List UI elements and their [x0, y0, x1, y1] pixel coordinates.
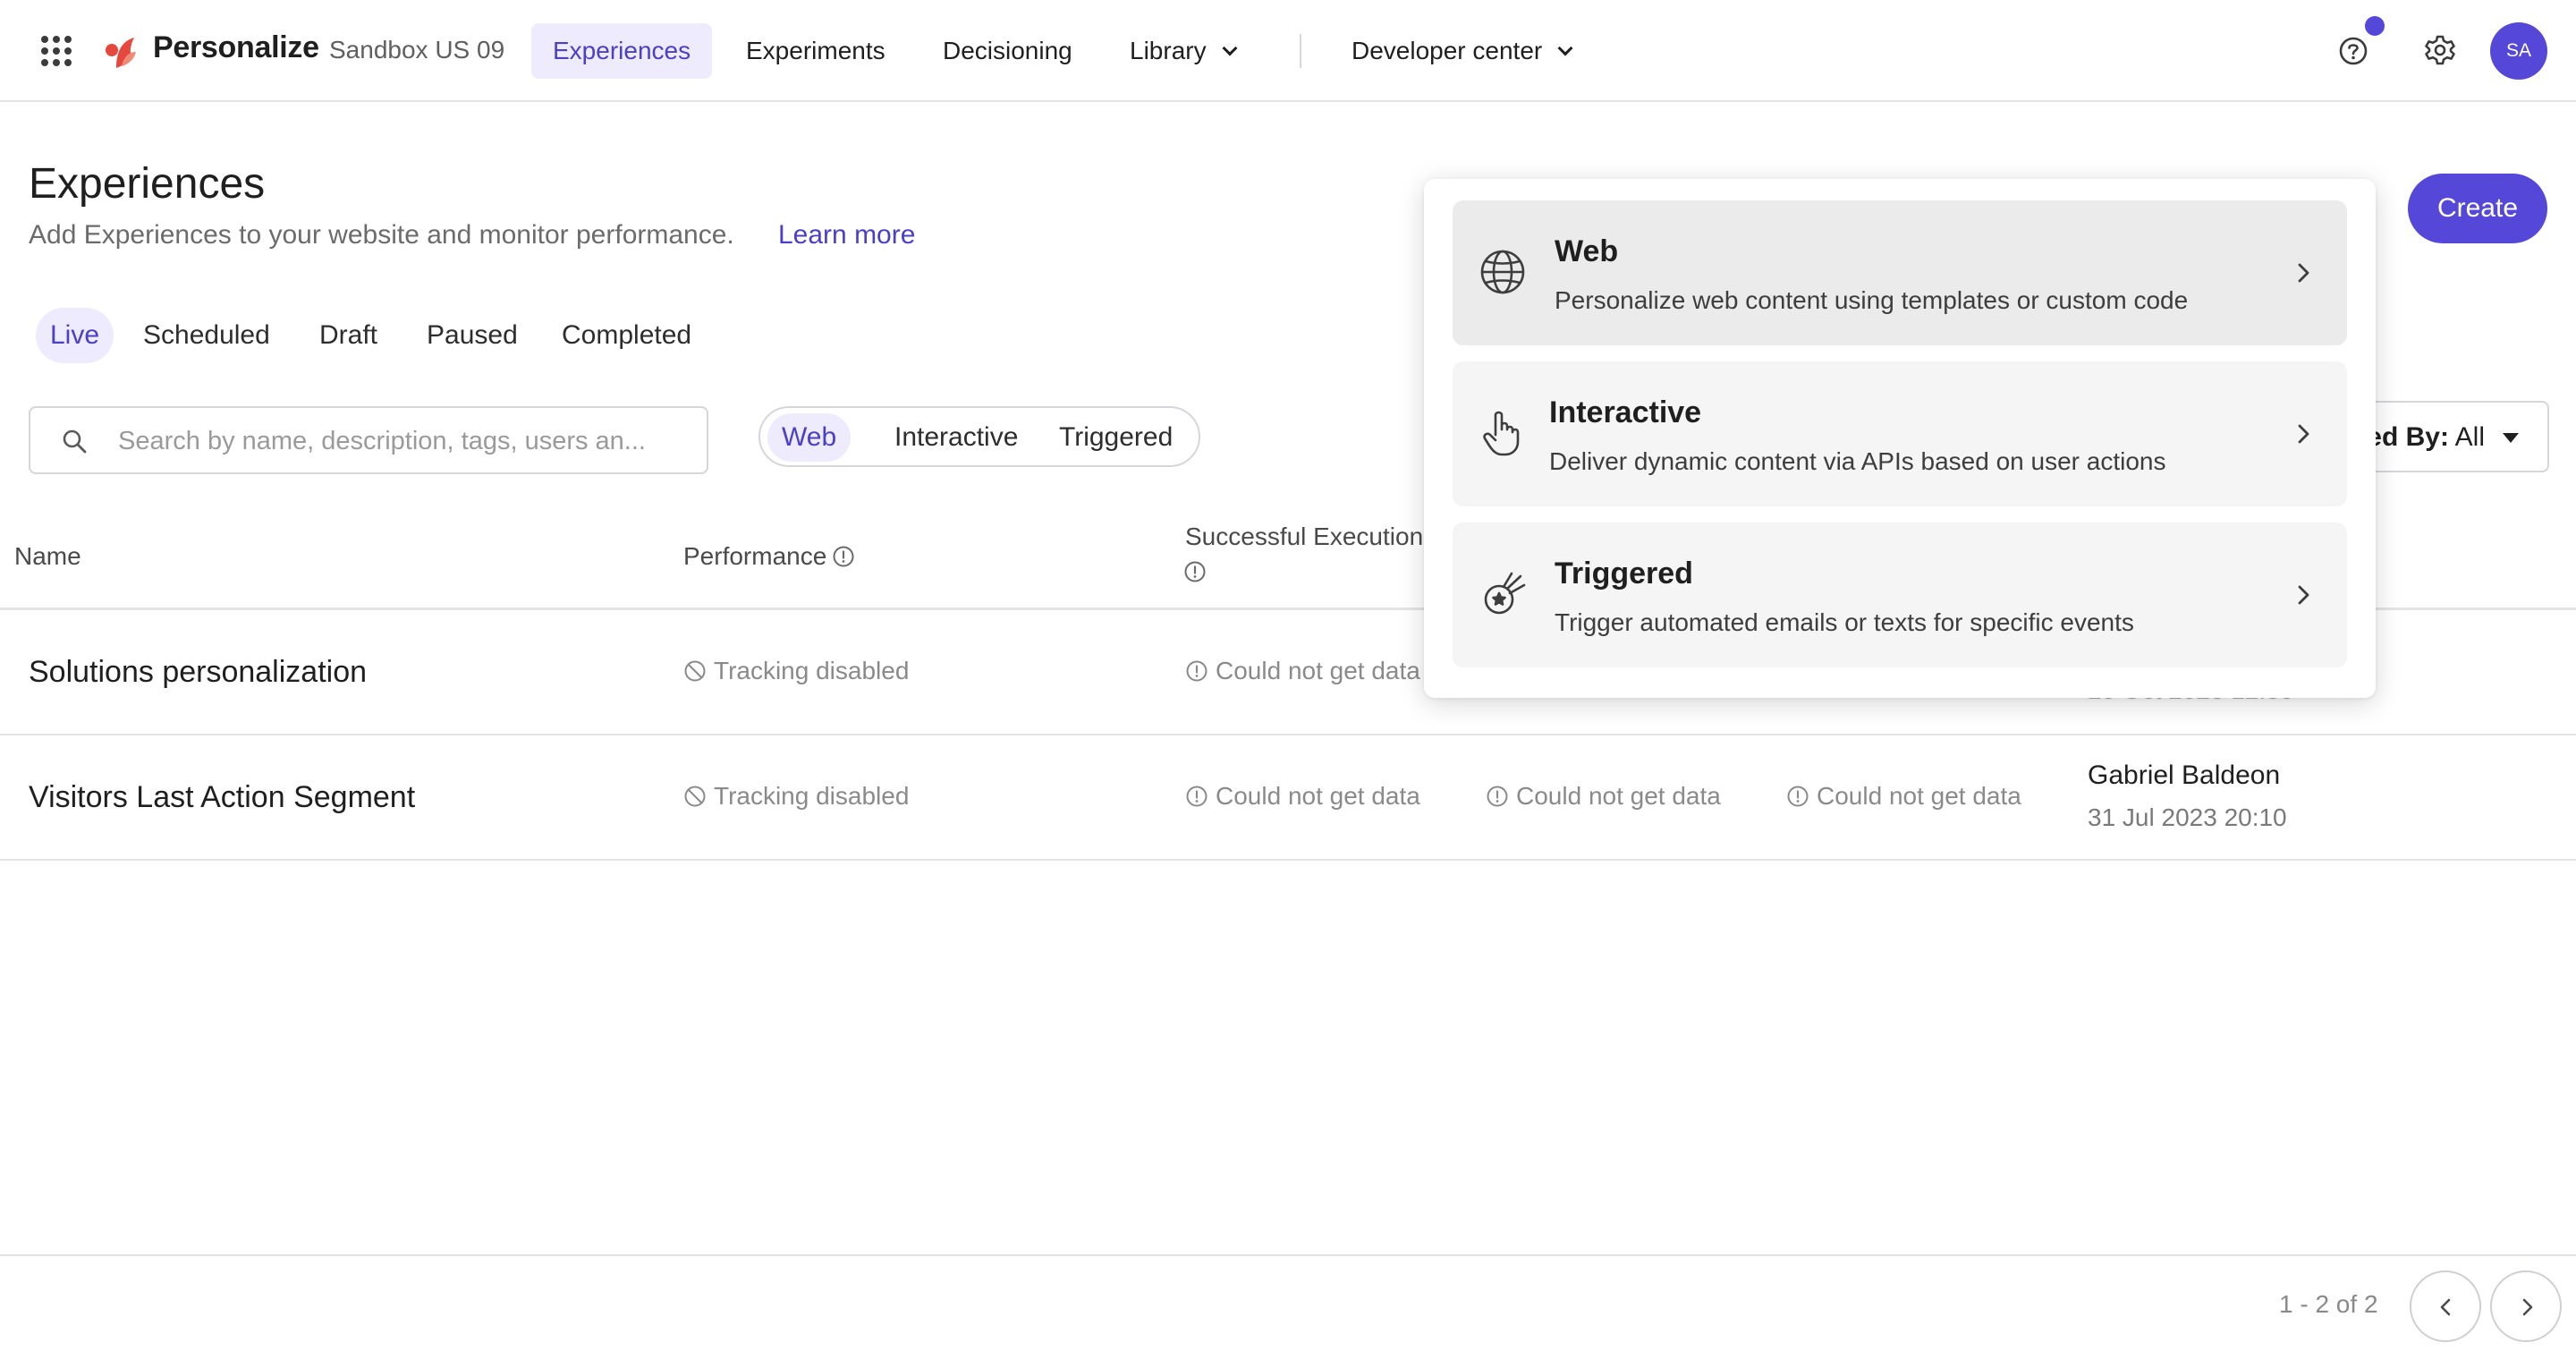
- nav-library-label: Library: [1130, 37, 1207, 64]
- tab-live[interactable]: Live: [36, 308, 114, 363]
- experience-type-filter: Web Interactive Triggered: [758, 406, 1200, 467]
- pointer-hand-icon: [1483, 411, 1520, 456]
- metric-status-text: Could not get data: [1516, 782, 1721, 810]
- nav-library[interactable]: Library: [1108, 23, 1257, 79]
- column-name[interactable]: Name: [14, 542, 81, 571]
- comet-icon: [1484, 572, 1526, 615]
- chevron-down-icon: [1557, 40, 1573, 56]
- warning-icon: [1787, 786, 1809, 807]
- tracking-disabled-icon: [684, 786, 706, 807]
- chevron-right-icon: [2298, 585, 2309, 605]
- column-successful-executions[interactable]: Successful Execution: [1185, 523, 1423, 551]
- option-title: Web: [1555, 234, 1619, 268]
- filter-interactive[interactable]: Interactive: [880, 413, 1032, 462]
- nav-decisioning[interactable]: Decisioning: [921, 23, 1094, 79]
- table-footer: 1 - 2 of 2: [0, 1254, 2576, 1351]
- warning-icon: [1186, 660, 1208, 682]
- globe-icon: [1480, 250, 1525, 294]
- next-page-button[interactable]: [2490, 1270, 2562, 1342]
- search-box: [29, 406, 708, 474]
- chevron-down-icon: [1222, 40, 1238, 56]
- top-navigation-bar: Personalize Sandbox US 09 Experiences Ex…: [0, 0, 2576, 102]
- learn-more-link[interactable]: Learn more: [778, 220, 915, 251]
- option-description: Deliver dynamic content via APIs based o…: [1549, 447, 2166, 475]
- created-by-value: All: [2454, 422, 2485, 452]
- executions-status: Could not get data: [1185, 657, 1420, 685]
- option-description: Trigger automated emails or texts for sp…: [1555, 608, 2134, 636]
- warning-icon: [1186, 786, 1208, 807]
- metric-status: Could not get data: [1486, 782, 1721, 811]
- create-option-interactive[interactable]: Interactive Deliver dynamic content via …: [1453, 361, 2347, 506]
- nav-experiments[interactable]: Experiments: [724, 23, 907, 79]
- info-icon[interactable]: [832, 545, 855, 568]
- tab-completed[interactable]: Completed: [547, 308, 706, 363]
- experience-name[interactable]: Visitors Last Action Segment: [29, 780, 415, 815]
- updated-date: 31 Jul 2023 20:10: [2088, 803, 2287, 831]
- pagination-range: 1 - 2 of 2: [2279, 1290, 2378, 1318]
- column-successful-executions-label: Successful Execution: [1185, 523, 1424, 550]
- created-by-user: Gabriel Baldeon: [2088, 760, 2281, 790]
- tab-paused[interactable]: Paused: [412, 308, 532, 363]
- create-experience-menu: Web Personalize web content using templa…: [1424, 179, 2376, 698]
- chevron-right-icon: [2298, 424, 2309, 444]
- settings-gear-icon[interactable]: [2424, 34, 2456, 66]
- executions-status: Could not get data: [1185, 782, 1420, 811]
- page-title: Experiences: [29, 160, 266, 208]
- filter-web[interactable]: Web: [767, 413, 852, 462]
- performance-status-text: Tracking disabled: [714, 782, 910, 810]
- column-performance[interactable]: Performance: [683, 542, 855, 571]
- previous-page-button[interactable]: [2410, 1270, 2481, 1342]
- personalize-logo-icon: [106, 38, 136, 68]
- tab-draft[interactable]: Draft: [305, 308, 392, 363]
- page-subtitle: Add Experiences to your website and moni…: [29, 220, 734, 250]
- create-option-web[interactable]: Web Personalize web content using templa…: [1453, 200, 2347, 345]
- tab-scheduled[interactable]: Scheduled: [129, 308, 284, 363]
- nav-developer-center-label: Developer center: [1352, 37, 1543, 64]
- filter-triggered[interactable]: Triggered: [1045, 413, 1187, 462]
- option-title: Triggered: [1555, 557, 1693, 591]
- created-by-label: ed By: All: [2367, 422, 2485, 453]
- performance-status: Tracking disabled: [683, 657, 909, 685]
- user-avatar[interactable]: SA: [2490, 22, 2547, 80]
- metric-status-text: Could not get data: [1817, 782, 2021, 810]
- app-launcher-icon[interactable]: [41, 36, 72, 66]
- chevron-right-icon: [2522, 1298, 2533, 1316]
- search-input[interactable]: [118, 421, 691, 462]
- column-performance-label: Performance: [683, 542, 827, 570]
- create-option-triggered[interactable]: Triggered Trigger automated emails or te…: [1453, 523, 2347, 667]
- notification-dot: [2365, 16, 2385, 36]
- info-icon[interactable]: [1183, 560, 1207, 583]
- experience-name[interactable]: Solutions personalization: [29, 655, 367, 690]
- search-icon: [63, 429, 87, 454]
- caret-down-icon: [2503, 433, 2519, 443]
- executions-status-text: Could not get data: [1216, 657, 1420, 684]
- performance-status: Tracking disabled: [683, 782, 909, 811]
- performance-status-text: Tracking disabled: [714, 657, 910, 684]
- table-row[interactable]: Visitors Last Action Segment Tracking di…: [0, 735, 2576, 861]
- metric-status: Could not get data: [1786, 782, 2021, 811]
- create-button[interactable]: Create: [2408, 174, 2547, 243]
- option-description: Personalize web content using templates …: [1555, 286, 2189, 314]
- created-by-prefix: ed By:: [2367, 422, 2449, 452]
- nav-experiences[interactable]: Experiences: [531, 23, 713, 79]
- help-icon[interactable]: [2338, 36, 2368, 66]
- executions-status-text: Could not get data: [1216, 782, 1420, 810]
- nav-divider: [1300, 34, 1301, 68]
- option-title: Interactive: [1549, 395, 1702, 429]
- warning-icon: [1487, 786, 1508, 807]
- tracking-disabled-icon: [684, 660, 706, 682]
- chevron-right-icon: [2298, 263, 2309, 283]
- nav-developer-center[interactable]: Developer center: [1330, 23, 1592, 79]
- chevron-left-icon: [2440, 1298, 2451, 1316]
- brand-name: Personalize: [153, 30, 319, 64]
- tenant-name: Sandbox US 09: [329, 36, 505, 64]
